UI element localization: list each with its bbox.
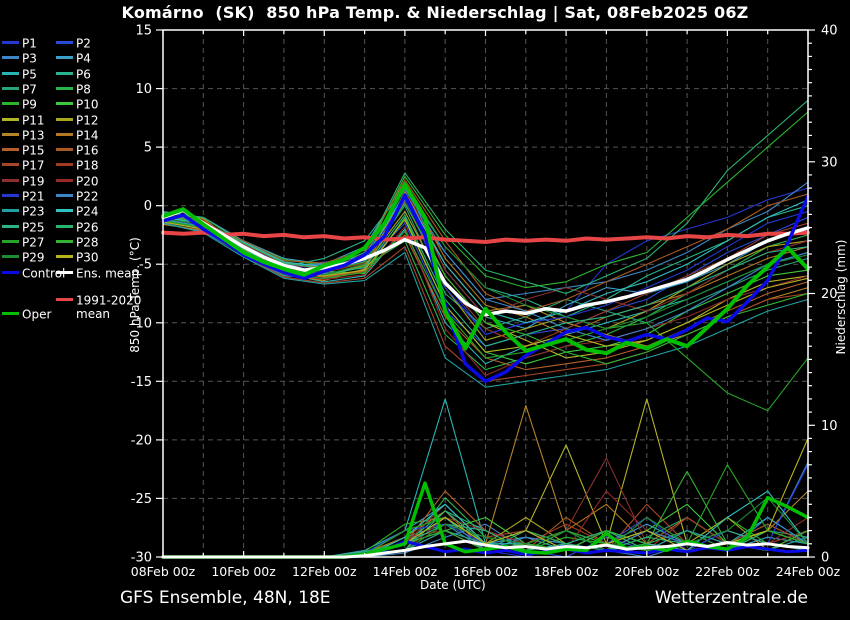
temp-tick-label: 0 [144,199,152,214]
x-tick-label: 08Feb 00z [131,564,196,579]
site-caption: Wetterzentrale.de [560,588,808,608]
meteogram-page: Komárno (SK) 850 hPa Temp. & Niederschla… [0,0,850,620]
precip-axis-title: Niederschlag (mm) [834,232,848,362]
temp-tick-label: -15 [131,375,152,390]
x-tick-label: 16Feb 00z [453,564,518,579]
temp-tick-label: 15 [135,24,152,39]
precip-tick-label: 10 [821,419,838,434]
x-tick-label: 24Feb 00z [776,564,841,579]
x-tick-label: 20Feb 00z [615,564,680,579]
model-caption: GFS Ensemble, 48N, 18E [120,588,331,608]
precip-tick-label: 40 [821,24,838,39]
x-tick-label: 14Feb 00z [373,564,438,579]
temp-tick-label: 10 [135,82,152,97]
temp-tick-label: -25 [131,492,152,507]
temp-tick-label: -20 [131,433,152,448]
x-tick-label: 10Feb 00z [211,564,276,579]
x-tick-label: 22Feb 00z [695,564,760,579]
temp-axis-title: 850 hPa Temp. (°C) [128,230,142,360]
x-tick-label: 12Feb 00z [292,564,357,579]
date-axis-title: Date (UTC) [420,578,486,592]
temp-tick-label: 5 [144,141,152,156]
precip-tick-label: 30 [821,155,838,170]
x-tick-label: 18Feb 00z [534,564,599,579]
